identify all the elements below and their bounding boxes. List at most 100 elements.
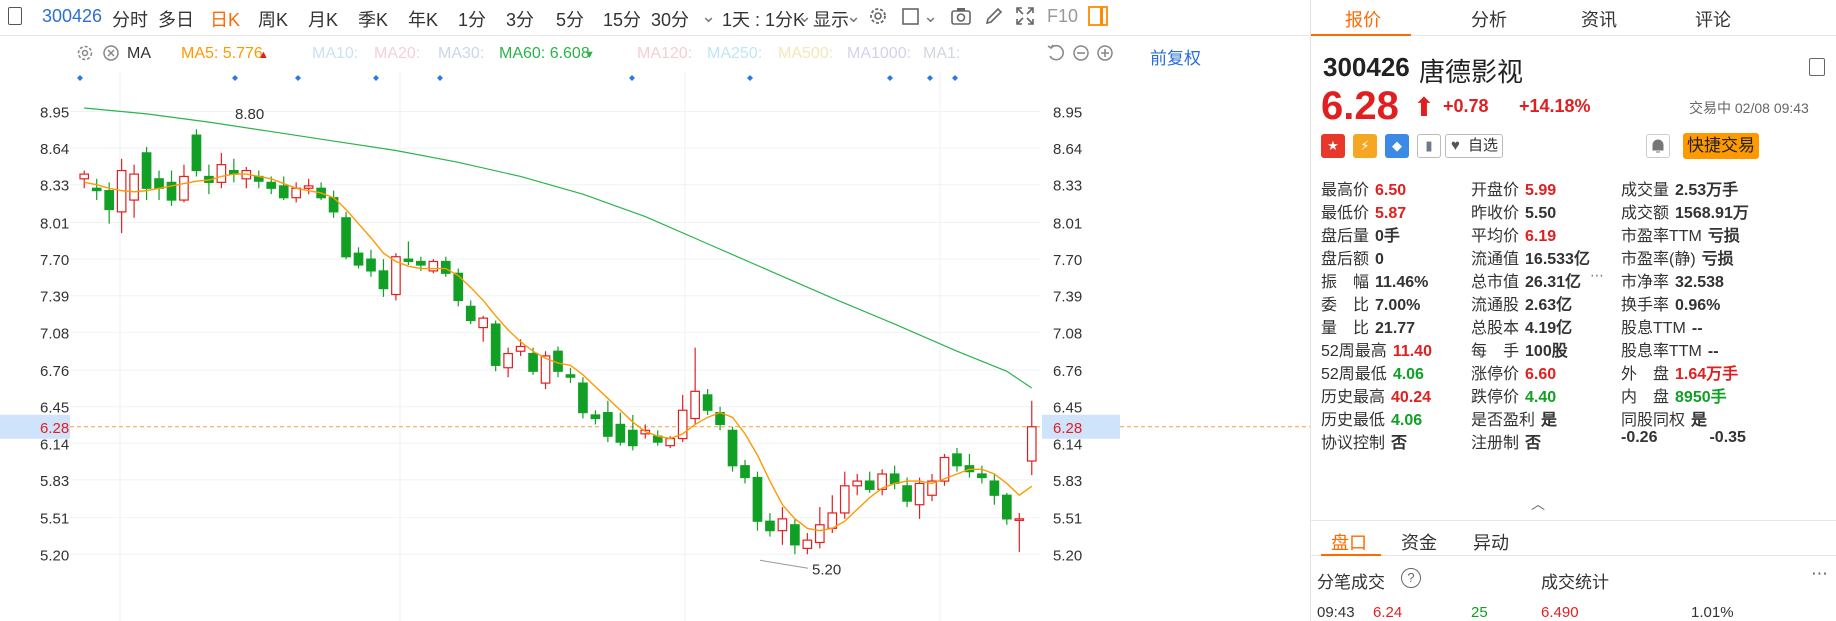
close-icon[interactable]: [100, 42, 122, 64]
period-tab-week[interactable]: 周K: [258, 6, 288, 32]
stock-code: 300426: [1323, 52, 1410, 82]
stats-pct: 1.01%: [1691, 604, 1734, 621]
ma1x-label[interactable]: MA1:: [923, 45, 960, 63]
tab-analysis[interactable]: 分析: [1471, 6, 1507, 32]
candle-body: [291, 187, 302, 199]
trade-time: 09:43: [1317, 604, 1355, 621]
bookmark-icon[interactable]: ▮: [1417, 134, 1441, 158]
period-tab-30min[interactable]: 30分: [651, 6, 689, 32]
candle-body: [515, 345, 526, 352]
period-tab-duori[interactable]: 多日: [158, 6, 194, 32]
candle-body: [765, 520, 775, 532]
pencil-icon[interactable]: [983, 5, 1005, 27]
period-tab-year[interactable]: 年K: [408, 6, 438, 32]
camera-icon[interactable]: [950, 5, 972, 27]
ma20-label[interactable]: MA20:: [374, 45, 420, 63]
quote-key: 市盈率(静): [1621, 251, 1696, 268]
period-tab-fenshi[interactable]: 分时: [112, 6, 148, 32]
gear-icon[interactable]: [867, 5, 889, 27]
lightning-icon[interactable]: ⚡: [1353, 134, 1377, 158]
candle-body: [216, 164, 227, 183]
settings-icon[interactable]: [74, 42, 96, 64]
bell-icon[interactable]: [1646, 134, 1670, 158]
tab-quote[interactable]: 报价: [1345, 6, 1381, 32]
arrow-up-icon: ⬆: [1413, 92, 1435, 122]
period-tab-15min[interactable]: 15分: [603, 6, 641, 32]
chevron-down-icon[interactable]: ⌄: [797, 6, 812, 27]
quote-item: 52周最高 11.40: [1321, 337, 1432, 361]
square-icon[interactable]: [900, 5, 922, 27]
quote-item: 市净率 32.538: [1621, 268, 1724, 292]
stats-price: 6.490: [1541, 604, 1579, 621]
quote-item: 股息TTM --: [1621, 314, 1703, 338]
fullscreen-icon[interactable]: [1014, 5, 1036, 27]
china-flag-icon[interactable]: ★: [1321, 134, 1345, 158]
more-icon[interactable]: ⋯: [1590, 267, 1604, 284]
adjust-price-select[interactable]: 前复权: [1150, 44, 1201, 69]
quote-item: 跌停价 4.40: [1471, 383, 1556, 407]
question-icon[interactable]: ?: [1401, 568, 1421, 588]
collapse-panel-icon[interactable]: [1809, 58, 1825, 76]
period-tab-season[interactable]: 季K: [358, 6, 388, 32]
ma120-label[interactable]: MA120:: [637, 45, 692, 63]
chevron-up-icon[interactable]: ︿: [1531, 494, 1545, 514]
tag-icon[interactable]: ◆: [1385, 134, 1409, 158]
quote-value: 26.31亿: [1525, 274, 1582, 291]
chevron-down-icon[interactable]: ⌄: [701, 6, 716, 27]
quote-value: 2.63亿: [1525, 297, 1573, 314]
quick-trade-button[interactable]: 快捷交易: [1683, 133, 1759, 159]
multi-period-select[interactable]: 1天 : 1分K: [722, 6, 805, 32]
quote-key: 是否盈利: [1471, 412, 1536, 429]
add-watchlist-button[interactable]: ♥ 自选: [1445, 134, 1503, 158]
period-tab-1min[interactable]: 1分: [458, 6, 486, 32]
ma1000-label[interactable]: MA1000:: [847, 45, 911, 63]
quote-value: 5.87: [1375, 205, 1407, 222]
subtab-movement[interactable]: 异动: [1473, 529, 1509, 555]
chevron-down-icon[interactable]: ⌄: [846, 6, 861, 27]
y-tick-label-right: 6.45: [1053, 400, 1082, 417]
reset-icon[interactable]: [1045, 42, 1067, 64]
f10-button[interactable]: F10: [1047, 6, 1078, 27]
quote-item: 最高价 6.50: [1321, 176, 1406, 200]
quote-key: 外 盘: [1621, 366, 1670, 383]
quote-key: 换手率: [1621, 297, 1670, 314]
zoom-out-icon[interactable]: [1070, 42, 1092, 64]
candle-body: [603, 412, 613, 437]
y-tick-label-left: 7.08: [40, 325, 69, 342]
candle-body: [366, 258, 376, 272]
chevron-down-icon[interactable]: ⌄: [923, 6, 938, 27]
ma10-label[interactable]: MA10:: [312, 45, 358, 63]
tab-comments[interactable]: 评论: [1695, 6, 1731, 32]
candle-body: [478, 317, 489, 329]
tab-news[interactable]: 资讯: [1581, 6, 1617, 32]
quote-panel: 报价 分析 资讯 评论 300426 唐德影视 6.28 ⬆ +0.78 +14…: [1310, 0, 1836, 621]
quote-key: 盘后额: [1321, 251, 1370, 268]
sidebar-toggle-icon[interactable]: [8, 7, 22, 25]
quote-item: 流通股 2.63亿: [1471, 291, 1572, 315]
panel-toggle-icon[interactable]: [1088, 6, 1108, 26]
quote-value: 100股: [1525, 343, 1568, 360]
kline-svg[interactable]: 8.95 8.95 8.64 8.64 8.33 8.33 8.01 8.01 7.70 7.70…: [0, 72, 1310, 621]
display-menu[interactable]: 显示: [813, 6, 849, 32]
ma-type-label[interactable]: MA: [127, 45, 151, 63]
ma5-label[interactable]: MA5: 5.776: [181, 45, 263, 63]
more-icon[interactable]: ⋯: [1811, 564, 1828, 584]
period-tab-5min[interactable]: 5分: [556, 6, 584, 32]
subtab-pankou[interactable]: 盘口: [1331, 529, 1367, 555]
quote-key: 内 盘: [1621, 389, 1670, 406]
candle-body: [79, 173, 90, 180]
quote-value: 4.06: [1391, 412, 1423, 429]
candle-body: [627, 429, 638, 447]
zoom-in-icon[interactable]: [1094, 42, 1116, 64]
period-tab-day[interactable]: 日K: [210, 6, 240, 32]
quote-key: 股息TTM: [1621, 320, 1686, 337]
ma250-label[interactable]: MA250:: [707, 45, 762, 63]
period-tab-3min[interactable]: 3分: [506, 6, 534, 32]
ma30-label[interactable]: MA30:: [438, 45, 484, 63]
quote-key: 成交额: [1621, 205, 1670, 222]
stock-code-label[interactable]: 300426: [42, 6, 102, 27]
ma500-label[interactable]: MA500:: [778, 45, 833, 63]
period-tab-month[interactable]: 月K: [308, 6, 338, 32]
subtab-funds[interactable]: 资金: [1401, 529, 1437, 555]
ma60-label[interactable]: MA60: 6.608: [499, 45, 590, 63]
